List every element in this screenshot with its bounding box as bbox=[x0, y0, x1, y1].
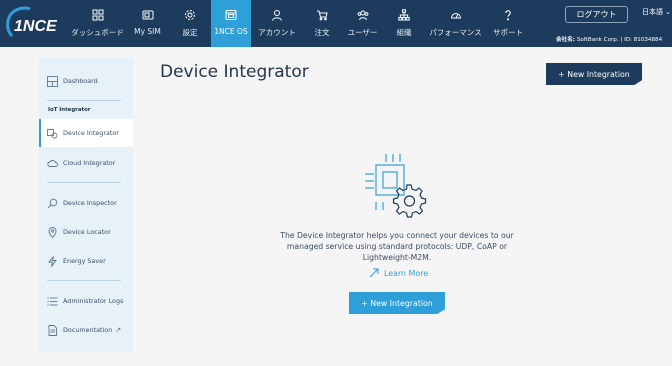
sidebar-item-device-inspector[interactable]: Device Inspector bbox=[39, 189, 133, 217]
sidebar-item-device-integrator[interactable]: Device Integrator bbox=[39, 119, 133, 147]
nav-label: 設定 bbox=[182, 28, 198, 37]
page-title: Device Integrator bbox=[160, 62, 309, 82]
nav-label: ダッシュボード bbox=[71, 28, 124, 37]
nav-item-support[interactable]: サポート bbox=[487, 0, 529, 47]
nav-label: 組織 bbox=[396, 28, 412, 37]
new-integration-button[interactable]: + New Integration bbox=[546, 63, 642, 85]
sidebar-item-documentation[interactable]: Documentation ↗ bbox=[39, 316, 133, 344]
gauge-icon bbox=[450, 13, 461, 19]
os-icon bbox=[225, 10, 237, 20]
gear-icon bbox=[185, 10, 195, 20]
sidebar-item-label: Administrator Logs bbox=[63, 297, 124, 305]
nav-label: パフォーマンス bbox=[429, 28, 482, 37]
main-nav: ダッシュボード My SIM 設定 1NCE OS アカウント 注文 ユーザー bbox=[69, 0, 529, 47]
sidebar: Dashboard IoT Integrator Device Integrat… bbox=[39, 58, 133, 352]
sidebar-item-device-locator[interactable]: Device Locator bbox=[39, 218, 133, 246]
learn-more-link[interactable]: Learn More bbox=[369, 268, 428, 278]
org-icon bbox=[398, 9, 410, 21]
sidebar-item-label: Dashboard bbox=[63, 77, 98, 85]
nav-item-dashboard[interactable]: ダッシュボード bbox=[69, 0, 126, 47]
company-value: SoftBank Corp. | ID: 81034884 bbox=[576, 37, 663, 43]
company-label: 会社名: bbox=[556, 37, 576, 43]
nav-label: アカウント bbox=[258, 28, 296, 37]
sidebar-item-energy-saver[interactable]: Energy Saver bbox=[39, 247, 133, 275]
language-selector[interactable]: 日本語 ⌄ bbox=[642, 7, 671, 17]
device-integrator-icon bbox=[47, 128, 58, 138]
users-icon bbox=[357, 10, 368, 21]
nav-label: 注文 bbox=[314, 28, 330, 37]
nav-item-settings[interactable]: 設定 bbox=[169, 0, 211, 47]
company-info: 会社名: SoftBank Corp. | ID: 81034884 bbox=[556, 35, 662, 43]
nav-label: ユーザー bbox=[347, 28, 378, 37]
nav-item-account[interactable]: アカウント bbox=[251, 0, 303, 47]
nav-item-orders[interactable]: 注文 bbox=[303, 0, 341, 47]
description-text: The Device Integrator helps you connect … bbox=[280, 231, 514, 262]
sidebar-item-label: Energy Saver bbox=[63, 257, 106, 265]
sidebar-item-cloud-integrator[interactable]: Cloud Integrator bbox=[39, 149, 133, 177]
arrow-up-right-icon bbox=[369, 268, 379, 278]
chip-gear-icon bbox=[365, 154, 427, 218]
nav-item-my-sim[interactable]: My SIM bbox=[126, 0, 169, 47]
sidebar-item-label: Device Integrator bbox=[63, 129, 119, 137]
learn-more-label: Learn More bbox=[384, 268, 429, 278]
new-integration-button-center[interactable]: + New Integration bbox=[349, 292, 445, 314]
sidebar-item-label: Device Locator bbox=[63, 228, 111, 236]
sidebar-section-iot-integrator: IoT Integrator bbox=[48, 107, 91, 113]
external-link-icon: ↗ bbox=[115, 326, 122, 334]
nav-label: My SIM bbox=[134, 27, 161, 36]
nav-item-1nce-os[interactable]: 1NCE OS bbox=[211, 0, 251, 47]
grid-icon bbox=[92, 9, 103, 21]
person-icon bbox=[272, 10, 282, 21]
sidebar-item-administrator-logs[interactable]: Administrator Logs bbox=[39, 287, 133, 315]
logout-button[interactable]: ログアウト bbox=[565, 6, 628, 23]
sidebar-item-label: Cloud Integrator bbox=[63, 159, 116, 167]
nav-item-organization[interactable]: 組織 bbox=[384, 0, 424, 47]
nav-item-users[interactable]: ユーザー bbox=[341, 0, 384, 47]
logo-text: 1NCE bbox=[14, 18, 58, 35]
magnifier-icon bbox=[47, 198, 58, 209]
cloud-icon bbox=[47, 159, 58, 167]
sidebar-divider bbox=[47, 100, 121, 101]
sidebar-item-dashboard[interactable]: Dashboard bbox=[39, 67, 133, 95]
language-label: 日本語 bbox=[642, 8, 663, 16]
cart-icon bbox=[317, 10, 328, 21]
dashboard-icon bbox=[47, 75, 58, 87]
top-navigation-bar: 1NCE ダッシュボード My SIM 設定 1NCE OS アカウント 注文 bbox=[0, 0, 672, 47]
nav-label: サポート bbox=[493, 28, 523, 37]
sidebar-divider bbox=[47, 280, 121, 281]
lightning-icon bbox=[48, 255, 57, 267]
sim-icon bbox=[142, 10, 153, 20]
sidebar-item-label: Documentation bbox=[63, 326, 113, 334]
sidebar-divider bbox=[47, 182, 121, 183]
1nce-logo[interactable]: 1NCE bbox=[4, 6, 62, 40]
sidebar-item-label: Device Inspector bbox=[63, 199, 117, 207]
chevron-down-icon: ⌄ bbox=[665, 8, 671, 16]
list-icon bbox=[47, 297, 58, 305]
help-icon bbox=[505, 10, 511, 21]
document-icon bbox=[48, 324, 57, 336]
nav-item-performance[interactable]: パフォーマンス bbox=[424, 0, 487, 47]
nav-label: 1NCE OS bbox=[214, 27, 248, 36]
location-pin-icon bbox=[48, 226, 57, 238]
